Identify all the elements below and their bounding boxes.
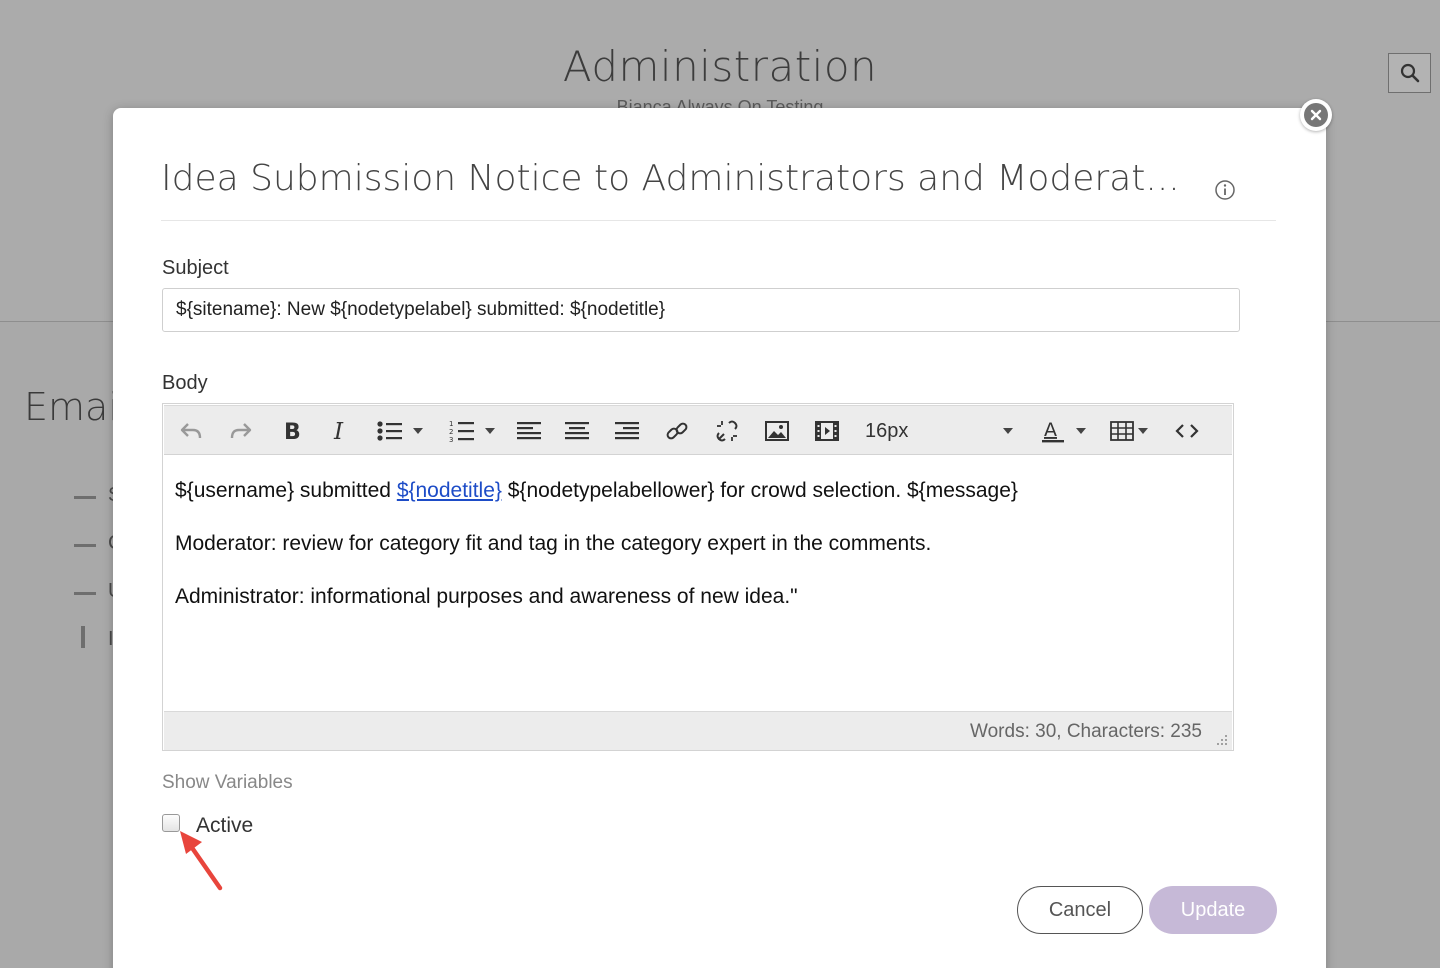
undo-icon <box>180 423 202 439</box>
editor-content[interactable]: ${username} submitted ${nodetitle} ${nod… <box>175 478 1215 638</box>
section-title: Emai <box>24 385 119 429</box>
update-button[interactable]: Update <box>1149 886 1277 934</box>
font-size-select[interactable]: 16px <box>865 420 908 443</box>
undo-button[interactable] <box>174 411 208 451</box>
source-code-button[interactable] <box>1170 411 1204 451</box>
editor-toolbar: B I 123 16px A <box>164 405 1232 455</box>
subject-input[interactable] <box>162 288 1240 332</box>
bullet-list-icon <box>377 421 402 441</box>
svg-text:I: I <box>333 420 344 442</box>
align-right-button[interactable] <box>610 411 644 451</box>
list-bar <box>81 626 85 648</box>
search-icon <box>1400 63 1419 83</box>
redo-button[interactable] <box>224 411 258 451</box>
page-title: Administration <box>562 42 878 91</box>
insert-video-button[interactable] <box>810 411 844 451</box>
close-button[interactable] <box>1300 99 1332 131</box>
bold-button[interactable]: B <box>274 411 308 451</box>
remove-link-button[interactable] <box>710 411 744 451</box>
image-icon <box>765 421 789 441</box>
insert-table-button[interactable] <box>1106 411 1152 451</box>
redo-icon <box>230 423 252 439</box>
table-icon <box>1110 421 1134 441</box>
text-color-icon: A <box>1042 419 1064 443</box>
chevron-down-icon <box>485 428 495 434</box>
info-icon[interactable] <box>1214 179 1236 201</box>
video-icon <box>815 421 839 441</box>
list-dash <box>74 544 96 547</box>
align-center-icon <box>565 422 589 440</box>
chevron-down-icon <box>413 428 423 434</box>
insert-link-button[interactable] <box>660 411 694 451</box>
body-paragraph: Administrator: informational purposes an… <box>175 585 798 609</box>
close-icon <box>1304 103 1328 127</box>
align-right-icon <box>615 422 639 440</box>
list-dash <box>74 592 96 595</box>
page-subtitle: Bianca Always On Testing <box>616 97 824 108</box>
italic-button[interactable]: I <box>324 411 358 451</box>
chevron-down-icon <box>1003 428 1013 434</box>
svg-text:2: 2 <box>449 428 453 436</box>
chevron-down-icon <box>1076 428 1086 434</box>
cancel-button[interactable]: Cancel <box>1017 886 1143 934</box>
email-template-dialog: Idea Submission Notice to Administrators… <box>113 108 1326 968</box>
font-size-dropdown[interactable] <box>996 411 1020 451</box>
svg-text:B: B <box>284 420 300 442</box>
body-label: Body <box>162 372 208 394</box>
link-icon <box>666 422 688 440</box>
list-dash <box>74 496 96 499</box>
align-left-button[interactable] <box>512 411 546 451</box>
word-count: Words: 30, Characters: 235 <box>970 721 1202 742</box>
unlink-icon <box>716 420 738 442</box>
numbered-list-button[interactable]: 123 <box>442 411 502 451</box>
numbered-list-icon: 123 <box>449 420 474 443</box>
show-variables-link[interactable]: Show Variables <box>162 772 293 794</box>
bold-icon: B <box>284 420 300 442</box>
svg-text:3: 3 <box>449 436 453 443</box>
annotation-arrow-icon <box>180 831 223 891</box>
chevron-down-icon <box>1138 428 1148 434</box>
svg-text:1: 1 <box>449 420 453 428</box>
body-paragraph: Moderator: review for category fit and t… <box>175 532 932 556</box>
align-left-icon <box>517 422 541 440</box>
subject-label: Subject <box>162 257 229 279</box>
resize-handle-icon[interactable] <box>1216 734 1228 746</box>
title-divider <box>161 220 1276 221</box>
bullet-list-button[interactable] <box>370 411 430 451</box>
body-paragraph: ${username} submitted ${nodetitle} ${nod… <box>175 479 1018 502</box>
insert-image-button[interactable] <box>760 411 794 451</box>
nodetitle-link[interactable]: ${nodetitle} <box>397 479 502 502</box>
editor-statusbar: Words: 30, Characters: 235 <box>164 711 1232 750</box>
italic-icon: I <box>333 420 344 442</box>
search-button[interactable] <box>1388 53 1431 93</box>
svg-text:A: A <box>1044 419 1057 441</box>
text-color-button[interactable]: A <box>1034 411 1094 451</box>
align-center-button[interactable] <box>560 411 594 451</box>
rich-text-editor: B I 123 16px A ${username} submitted ${n… <box>162 403 1234 751</box>
code-icon <box>1175 424 1199 438</box>
dialog-title: Idea Submission Notice to Administrators… <box>161 158 1180 199</box>
